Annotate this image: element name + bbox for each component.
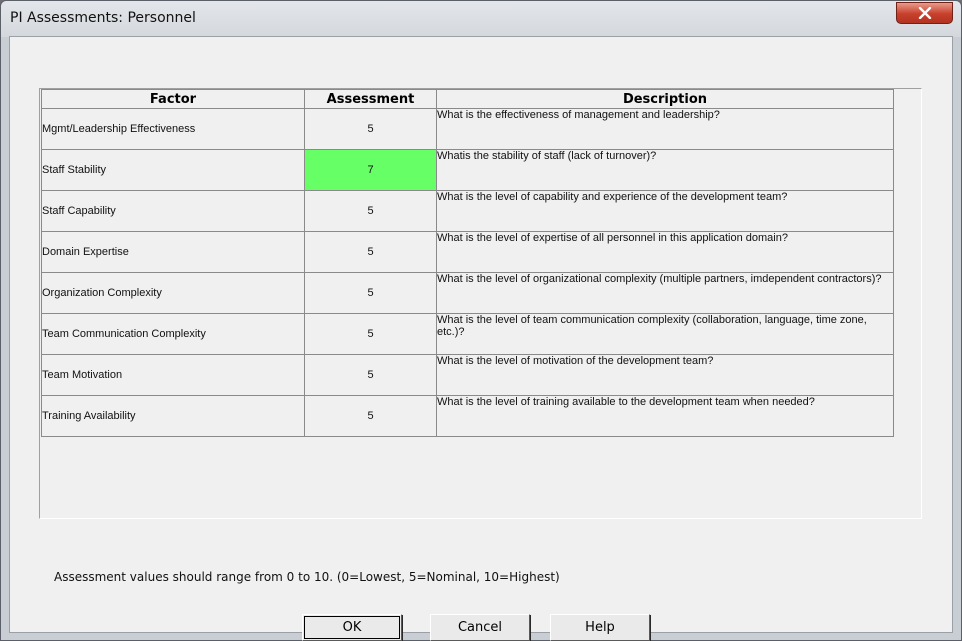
- assessment-cell-highlighted[interactable]: 7: [304, 149, 437, 191]
- factor-cell: Team Motivation: [41, 354, 305, 396]
- column-header-factor[interactable]: Factor: [41, 89, 305, 109]
- ok-button[interactable]: OK: [302, 614, 402, 641]
- help-button[interactable]: Help: [550, 614, 650, 641]
- assessment-grid: Factor Assessment Description Mgmt/Leade…: [41, 89, 894, 437]
- window-title: PI Assessments: Personnel: [10, 10, 196, 26]
- assessment-cell[interactable]: 5: [304, 108, 437, 150]
- table-row: Domain Expertise 5 What is the level of …: [41, 231, 894, 273]
- assessment-cell[interactable]: 5: [304, 190, 437, 232]
- close-button[interactable]: [896, 2, 953, 24]
- range-note: Assessment values should range from 0 to…: [54, 570, 560, 584]
- dialog-window: PI Assessments: Personnel Factor Assessm…: [0, 0, 962, 641]
- description-cell: What is the effectiveness of management …: [436, 108, 894, 150]
- factor-cell: Staff Capability: [41, 190, 305, 232]
- assessment-cell[interactable]: 5: [304, 395, 437, 437]
- table-row: Staff Capability 5 What is the level of …: [41, 190, 894, 232]
- factor-cell: Mgmt/Leadership Effectiveness: [41, 108, 305, 150]
- table-row: Staff Stability 7 Whatis the stability o…: [41, 149, 894, 191]
- table-row: Mgmt/Leadership Effectiveness 5 What is …: [41, 108, 894, 150]
- table-row: Training Availability 5 What is the leve…: [41, 395, 894, 437]
- title-bar[interactable]: PI Assessments: Personnel: [1, 1, 961, 37]
- assessment-cell[interactable]: 5: [304, 231, 437, 273]
- description-cell: What is the level of capability and expe…: [436, 190, 894, 232]
- factor-cell: Domain Expertise: [41, 231, 305, 273]
- column-header-assessment[interactable]: Assessment: [304, 89, 437, 109]
- description-cell: What is the level of motivation of the d…: [436, 354, 894, 396]
- close-icon: [918, 4, 932, 23]
- table-row: Organization Complexity 5 What is the le…: [41, 272, 894, 314]
- factor-cell: Team Communication Complexity: [41, 313, 305, 355]
- dialog-client-area: Factor Assessment Description Mgmt/Leade…: [9, 36, 953, 641]
- assessment-cell[interactable]: 5: [304, 313, 437, 355]
- assessment-cell[interactable]: 5: [304, 272, 437, 314]
- table-row: Team Communication Complexity 5 What is …: [41, 313, 894, 355]
- description-cell: What is the level of training available …: [436, 395, 894, 437]
- grid-header-row: Factor Assessment Description: [41, 89, 894, 109]
- factor-cell: Training Availability: [41, 395, 305, 437]
- description-cell: Whatis the stability of staff (lack of t…: [436, 149, 894, 191]
- description-cell: What is the level of organizational comp…: [436, 272, 894, 314]
- description-cell: What is the level of expertise of all pe…: [436, 231, 894, 273]
- table-row: Team Motivation 5 What is the level of m…: [41, 354, 894, 396]
- factor-cell: Organization Complexity: [41, 272, 305, 314]
- description-cell: What is the level of team communication …: [436, 313, 894, 355]
- factor-cell: Staff Stability: [41, 149, 305, 191]
- cancel-button[interactable]: Cancel: [430, 614, 530, 641]
- assessment-cell[interactable]: 5: [304, 354, 437, 396]
- column-header-description[interactable]: Description: [436, 89, 894, 109]
